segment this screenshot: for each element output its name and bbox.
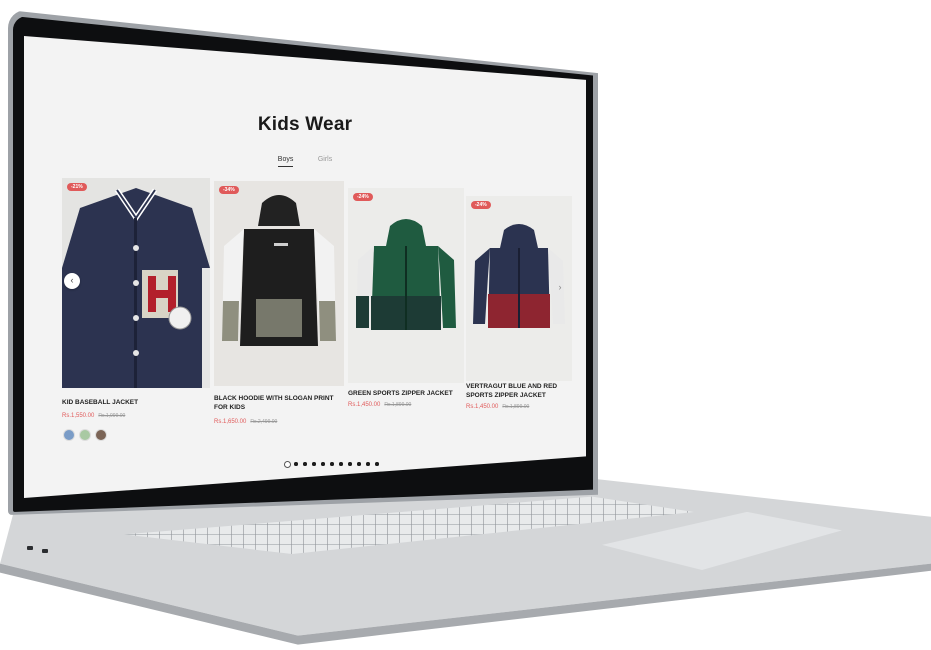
product-card-image[interactable]: -21% xyxy=(62,178,210,388)
tab-boys[interactable]: Boys xyxy=(277,156,294,167)
pagination-dot[interactable] xyxy=(321,462,325,466)
green-jacket-image xyxy=(348,188,464,383)
product-card-image[interactable]: -34% xyxy=(214,181,344,386)
discount-badge: -21% xyxy=(67,183,87,191)
color-swatch-brown[interactable] xyxy=(95,429,107,441)
sale-price: Rs.1,450.00 xyxy=(466,404,499,410)
usb-port xyxy=(27,546,33,550)
tab-girls[interactable]: Girls xyxy=(318,156,332,166)
pagination-dot[interactable] xyxy=(357,462,361,466)
page-title: Kids Wear xyxy=(257,114,353,135)
product-name[interactable]: VERTRAGUT BLUE AND RED SPORTS ZIPPER JAC… xyxy=(466,382,581,400)
product-card-image[interactable]: -24% xyxy=(348,188,464,383)
color-swatch-blue[interactable] xyxy=(63,429,75,441)
pagination-dot[interactable] xyxy=(366,462,370,466)
baseball-jacket-image xyxy=(62,178,210,388)
category-tabs: Boys Girls xyxy=(24,148,586,167)
pagination-dot[interactable] xyxy=(348,462,352,466)
pagination-dot[interactable] xyxy=(294,462,298,466)
product-price: Rs.1,450.00 Rs.1,899.00 xyxy=(466,404,529,410)
discount-badge: -24% xyxy=(353,193,373,201)
black-hoodie-image xyxy=(214,181,344,386)
pagination-dot[interactable] xyxy=(312,462,316,466)
discount-badge: -24% xyxy=(471,201,491,209)
chevron-left-icon: ‹ xyxy=(70,275,74,285)
carousel-next-button[interactable]: › xyxy=(552,280,568,296)
product-price: Rs.1,450.00 Rs.1,899.00 xyxy=(348,402,411,408)
pagination-dot[interactable] xyxy=(339,462,343,466)
pagination-dot[interactable] xyxy=(284,461,291,468)
product-name[interactable]: BLACK HOODIE WITH SLOGAN PRINT FOR KIDS xyxy=(214,394,339,412)
product-price: Rs.1,650.00 Rs.2,499.00 xyxy=(214,419,277,425)
product-name[interactable]: KID BASEBALL JACKET xyxy=(62,398,212,407)
original-price: Rs.1,899.00 xyxy=(384,402,412,408)
color-swatch-green[interactable] xyxy=(79,429,91,441)
pagination-dot[interactable] xyxy=(303,462,307,466)
sale-price: Rs.1,550.00 xyxy=(62,413,95,419)
sale-price: Rs.1,650.00 xyxy=(214,419,247,425)
usb-port xyxy=(42,549,48,553)
sale-price: Rs.1,450.00 xyxy=(348,402,381,408)
laptop-screen: Kids Wear Boys Girls -21% KID BASEBALL J… xyxy=(24,36,586,498)
original-price: Rs.1,899.00 xyxy=(502,404,530,410)
pagination-dot[interactable] xyxy=(330,462,334,466)
pagination-dot[interactable] xyxy=(375,462,379,466)
carousel-prev-button[interactable]: ‹ xyxy=(64,273,80,289)
product-name[interactable]: GREEN SPORTS ZIPPER JACKET xyxy=(348,389,466,398)
product-price: Rs.1,550.00 Rs.1,999.00 xyxy=(62,413,125,419)
original-price: Rs.1,999.00 xyxy=(98,413,126,419)
original-price: Rs.2,499.00 xyxy=(250,419,278,425)
discount-badge: -34% xyxy=(219,186,239,194)
chevron-right-icon: › xyxy=(558,282,562,292)
